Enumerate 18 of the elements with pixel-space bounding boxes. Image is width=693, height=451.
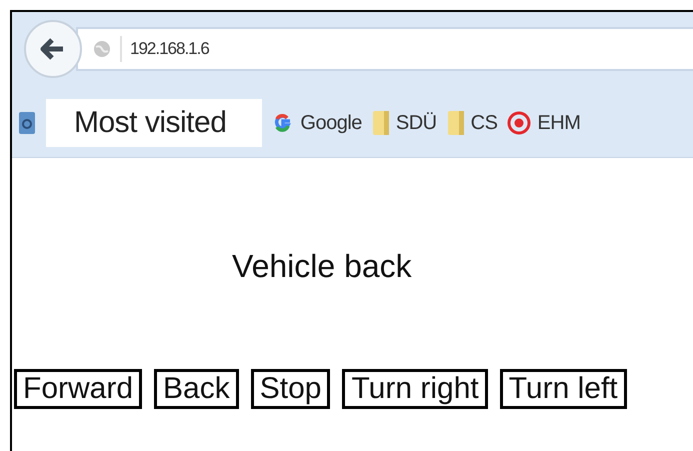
bookmark-item[interactable]: SDÜ (396, 112, 437, 134)
status-text: Vehicle back (232, 248, 412, 285)
bookmark-item[interactable]: CS (470, 112, 498, 134)
folder-icon (372, 109, 390, 137)
folder-icon (446, 109, 465, 137)
target-icon (507, 111, 532, 135)
command-button[interactable]: Turn left (500, 369, 627, 409)
back-arrow-icon (40, 38, 66, 60)
address-field[interactable]: 192.168.1.6 (76, 27, 693, 71)
command-button[interactable]: Back (154, 369, 239, 409)
bookmark-item[interactable]: Google (300, 112, 362, 134)
command-button[interactable]: Turn right (342, 369, 488, 409)
command-button[interactable]: Stop (250, 369, 330, 409)
bookmark-item[interactable]: Most visited (46, 99, 262, 147)
bookmark-item[interactable]: EHM (537, 112, 580, 134)
bookmarks-icon[interactable] (18, 110, 36, 136)
command-button[interactable]: Forward (14, 369, 142, 409)
globe-icon (92, 39, 112, 59)
